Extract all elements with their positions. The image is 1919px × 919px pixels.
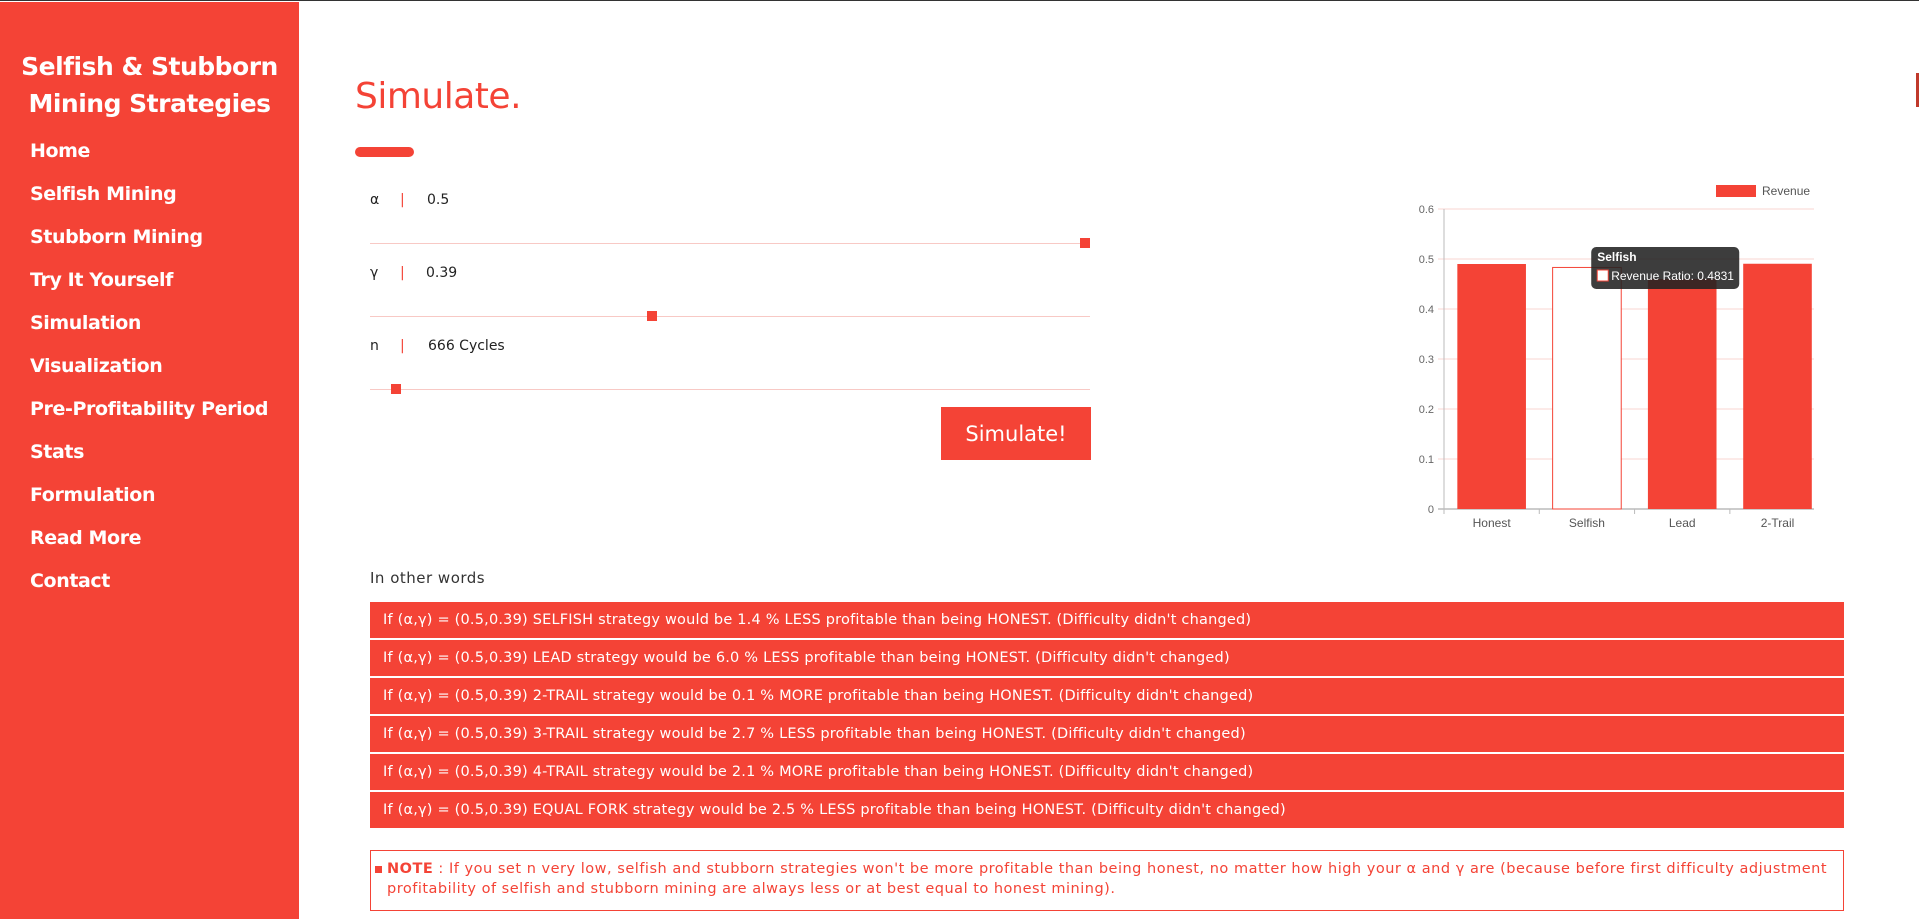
tooltip-color-swatch xyxy=(1596,269,1609,282)
brand-line-1: Selfish & Stubborn xyxy=(21,52,278,81)
y-tick-label: 0.2 xyxy=(1419,404,1434,416)
nav-item-stats[interactable]: Stats xyxy=(30,439,268,482)
y-tick-label: 0.6 xyxy=(1419,204,1434,216)
bar-2-trail xyxy=(1743,263,1812,509)
chart-canvas: 0 0.1 0.2 0.3 0.4 0.5 0.6 Honest Selfish Lead 2-Tr… xyxy=(1419,184,1919,530)
y-tick-label: 0.3 xyxy=(1419,354,1434,366)
nav-item-pre-profitability-period[interactable]: Pre-Profitability Period xyxy=(30,396,268,439)
nav-item-formulation[interactable]: Formulation xyxy=(30,482,268,525)
bar-selfish xyxy=(1552,266,1622,510)
page: Selfish & Stubborn Mining Strategies Hom… xyxy=(0,0,1919,919)
alpha-separator: | xyxy=(400,192,405,208)
legend-label: Revenue Ratio xyxy=(1762,184,1814,198)
note-bullet-icon xyxy=(375,866,382,873)
x-tick-label: Honest xyxy=(1473,516,1512,530)
y-tick-label: 0.1 xyxy=(1419,454,1434,466)
page-title: Simulate. xyxy=(355,76,522,117)
alpha-slider-track[interactable] xyxy=(370,243,1090,244)
site-brand[interactable]: Selfish & Stubborn Mining Strategies xyxy=(0,48,299,122)
sidebar-nav: Home Selfish Mining Stubborn Mining Try … xyxy=(30,138,268,611)
note-box: NOTE : If you set n very low, selfish an… xyxy=(370,850,1844,911)
result-row-3-trail: If (α,γ) = (0.5,0.39) 3-TRAIL strategy w… xyxy=(370,716,1844,752)
result-row-selfish: If (α,γ) = (0.5,0.39) SELFISH strategy w… xyxy=(370,602,1844,638)
cycles-control: n | 666 Cycles xyxy=(370,338,1090,394)
main-content: Simulate. α | 0.5 γ | 0.39 n | 666 Cycle… xyxy=(299,2,1919,919)
gamma-symbol: γ xyxy=(370,265,379,281)
y-tick-label: 0.4 xyxy=(1419,304,1434,316)
gamma-value: 0.39 xyxy=(426,265,458,281)
x-tick-label: Selfish xyxy=(1569,516,1605,530)
alpha-value: 0.5 xyxy=(427,192,450,208)
gamma-slider-track[interactable] xyxy=(370,316,1090,317)
cycles-value: 666 Cycles xyxy=(428,338,505,354)
y-tick-label: 0 xyxy=(1428,504,1434,516)
nav-item-try-it-yourself[interactable]: Try It Yourself xyxy=(30,267,268,310)
alpha-symbol: α xyxy=(370,192,380,208)
results-list: If (α,γ) = (0.5,0.39) SELFISH strategy w… xyxy=(370,602,1844,830)
bar-lead xyxy=(1647,279,1717,509)
y-tick-label: 0.5 xyxy=(1419,254,1434,266)
cycles-separator: | xyxy=(400,338,405,354)
result-row-2-trail: If (α,γ) = (0.5,0.39) 2-TRAIL strategy w… xyxy=(370,678,1844,714)
title-underline xyxy=(355,147,414,157)
other-words-label: In other words xyxy=(370,569,486,587)
sidebar: Selfish & Stubborn Mining Strategies Hom… xyxy=(0,2,299,919)
simulate-button[interactable]: Simulate! xyxy=(941,407,1091,460)
x-tick-label: Lead xyxy=(1669,516,1696,530)
note-heading: NOTE xyxy=(387,861,434,877)
bar-honest xyxy=(1457,264,1526,509)
result-row-equal-fork: If (α,γ) = (0.5,0.39) EQUAL FORK strateg… xyxy=(370,792,1844,828)
cycles-symbol: n xyxy=(370,338,379,354)
nav-item-contact[interactable]: Contact xyxy=(30,568,268,611)
nav-item-selfish-mining[interactable]: Selfish Mining xyxy=(30,181,268,224)
note-text: : If you set n very low, selfish and stu… xyxy=(387,861,1827,897)
cycles-slider-track[interactable] xyxy=(370,389,1090,390)
x-tick-label: 2-Trail xyxy=(1761,516,1795,530)
nav-item-simulation[interactable]: Simulation xyxy=(30,310,268,353)
alpha-control: α | 0.5 xyxy=(370,192,1090,248)
gamma-separator: | xyxy=(400,265,405,281)
brand-line-2: Mining Strategies xyxy=(28,89,271,118)
alpha-slider-thumb[interactable] xyxy=(1080,238,1090,248)
result-row-lead: If (α,γ) = (0.5,0.39) LEAD strategy woul… xyxy=(370,640,1844,676)
nav-item-read-more[interactable]: Read More xyxy=(30,525,268,568)
gamma-slider-thumb[interactable] xyxy=(646,311,657,321)
nav-item-home[interactable]: Home xyxy=(30,138,268,181)
tooltip-text: Revenue Ratio: 0.4831 xyxy=(1611,269,1734,283)
cycles-slider-thumb[interactable] xyxy=(391,384,402,394)
nav-item-stubborn-mining[interactable]: Stubborn Mining xyxy=(30,224,268,267)
tooltip-title: Selfish xyxy=(1597,250,1636,264)
gamma-control: γ | 0.39 xyxy=(370,265,1090,321)
result-row-4-trail: If (α,γ) = (0.5,0.39) 4-TRAIL strategy w… xyxy=(370,754,1844,790)
legend-swatch xyxy=(1716,185,1756,197)
nav-item-visualization[interactable]: Visualization xyxy=(30,353,268,396)
revenue-ratio-chart: 0 0.1 0.2 0.3 0.4 0.5 0.6 Honest Selfish Lead 2-Tr… xyxy=(1114,172,1919,542)
